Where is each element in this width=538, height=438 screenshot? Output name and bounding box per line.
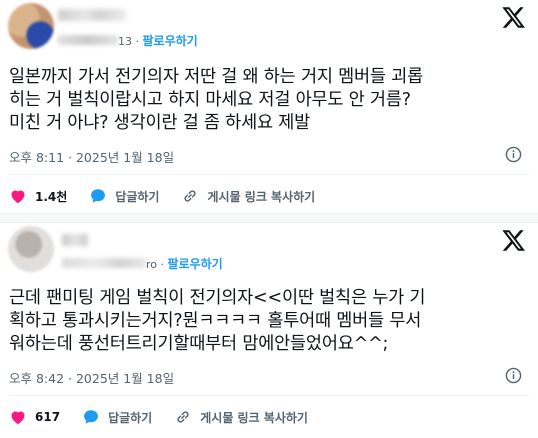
- timestamp[interactable]: 오후 8:11 · 2025년 1월 18일: [9, 147, 174, 166]
- post-text: 일본까지 가서 전기의자 저딴 걸 왜 하는 거지 멤버들 괴롭 히는 거 벌칙…: [9, 67, 423, 133]
- info-icon[interactable]: [505, 367, 522, 384]
- divider: [9, 174, 529, 175]
- post-separator: [0, 213, 538, 223]
- speech-bubble-icon: [91, 189, 106, 203]
- display-name-blurred[interactable]: [58, 9, 126, 21]
- like-button[interactable]: 617: [9, 408, 60, 426]
- follow-button[interactable]: 팔로우하기: [143, 34, 198, 48]
- handle-suffix: 13: [118, 35, 132, 48]
- copy-link-label: 게시물 링크 복사하기: [207, 189, 316, 204]
- display-name-blurred[interactable]: [62, 234, 88, 246]
- x-logo-icon[interactable]: [502, 5, 526, 29]
- copy-link-label: 게시물 링크 복사하기: [200, 410, 308, 425]
- like-count: 1.4천: [35, 189, 68, 204]
- x-logo-icon[interactable]: [502, 228, 526, 252]
- link-icon: [177, 411, 189, 423]
- speech-bubble-icon: [84, 410, 98, 424]
- avatar[interactable]: [8, 226, 54, 272]
- reply-label: 답글하기: [115, 189, 160, 204]
- handle-suffix: ro: [146, 258, 158, 271]
- like-count: 617: [35, 410, 61, 424]
- heart-icon: [11, 411, 25, 425]
- info-icon[interactable]: [505, 146, 522, 163]
- link-icon: [184, 190, 197, 202]
- handle-and-follow: 13 · 팔로우하기: [118, 34, 198, 48]
- divider: [9, 395, 529, 396]
- reply-button[interactable]: 답글하기: [82, 408, 152, 426]
- copy-link-button[interactable]: 게시물 링크 복사하기: [174, 408, 308, 426]
- handle-blurred[interactable]: [62, 258, 146, 268]
- avatar[interactable]: [8, 3, 54, 49]
- like-button[interactable]: 1.4천: [9, 187, 67, 205]
- heart-icon: [11, 190, 25, 204]
- action-bar: 617 답글하기 게시물 링크 복사하기: [9, 407, 330, 427]
- handle-blurred[interactable]: [58, 35, 118, 45]
- reply-button[interactable]: 답글하기: [89, 187, 159, 205]
- post-text: 근데 팬미팅 게임 벌칙이 전기의자<<이딴 벌칙은 누가 기 획하고 통과시키…: [9, 288, 426, 354]
- post-card: 13 · 팔로우하기 일본까지 가서 전기의자 저딴 걸 왜 하는 거지 멤버들…: [0, 0, 538, 213]
- post-card: ro · 팔로우하기 근데 팬미팅 게임 벌칙이 전기의자<<이딴 벌칙은 누가…: [0, 223, 538, 438]
- action-bar: 1.4천 답글하기 게시물 링크 복사하기: [9, 186, 337, 206]
- follow-button[interactable]: 팔로우하기: [168, 257, 223, 271]
- handle-and-follow: ro · 팔로우하기: [146, 257, 223, 271]
- reply-label: 답글하기: [108, 410, 153, 425]
- timestamp[interactable]: 오후 8:42 · 2025년 1월 18일: [9, 368, 174, 387]
- copy-link-button[interactable]: 게시물 링크 복사하기: [181, 187, 315, 205]
